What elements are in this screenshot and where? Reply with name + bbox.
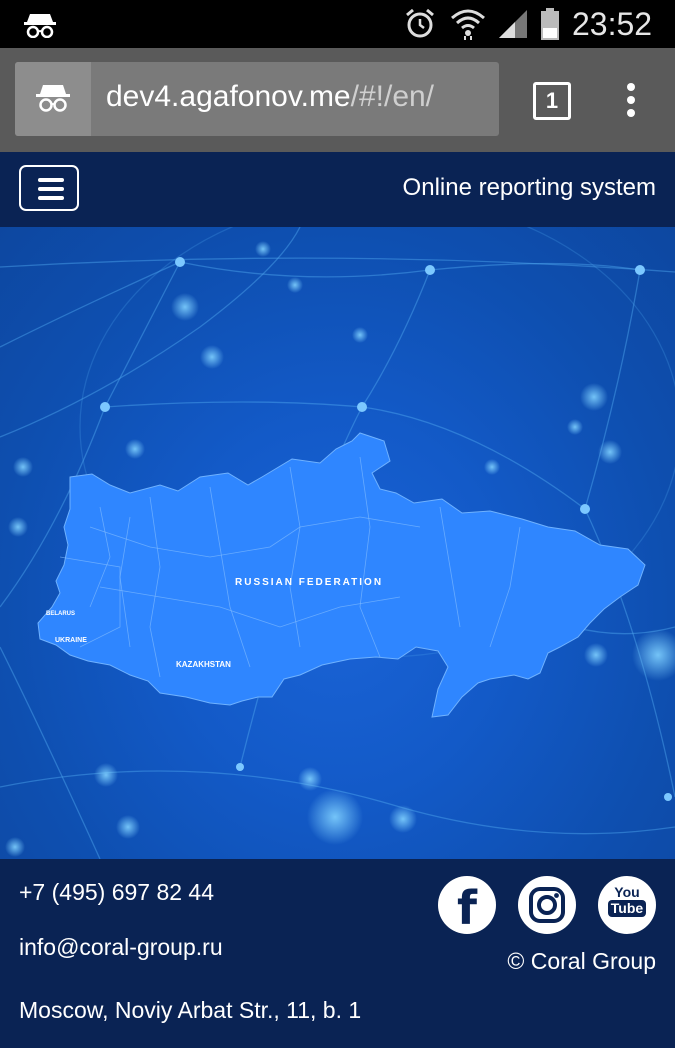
- url-host: dev4.agafonov.me: [106, 80, 351, 113]
- label-russia: RUSSIAN FEDERATION: [235, 577, 383, 588]
- url-path: /#!/en/: [350, 80, 435, 113]
- copyright: © Coral Group: [507, 948, 656, 974]
- facebook-icon[interactable]: f: [438, 876, 496, 935]
- russia-landmass: [37, 432, 646, 718]
- incognito-icon: [24, 14, 56, 38]
- hamburger-menu-icon[interactable]: [19, 165, 79, 211]
- page-title: Online reporting system: [402, 174, 656, 201]
- instagram-icon[interactable]: [518, 876, 576, 934]
- label-kazakhstan: KAZAKHSTAN: [176, 660, 231, 669]
- address: Moscow, Noviy Arbat Str., 11, b. 1: [19, 997, 362, 1023]
- overflow-menu-icon[interactable]: [622, 83, 640, 119]
- tabs-icon[interactable]: 1: [533, 82, 571, 120]
- clock: 23:52: [572, 6, 653, 42]
- browser-toolbar: dev4.agafonov.me/#!/en/ 1: [0, 48, 675, 152]
- label-belarus: BELARUS: [46, 611, 75, 617]
- site-header: Online reporting system: [0, 152, 675, 227]
- incognito-indicator[interactable]: [15, 62, 91, 136]
- youtube-icon[interactable]: You Tube: [598, 876, 656, 934]
- signal-icon: [499, 10, 527, 38]
- battery-icon: [541, 8, 559, 40]
- alarm-icon: [406, 8, 434, 38]
- status-bar: 23:52: [0, 0, 675, 48]
- youtube-glyph: You Tube: [598, 885, 656, 917]
- address-bar[interactable]: dev4.agafonov.me/#!/en/: [15, 62, 499, 136]
- network-map: RUSSIAN FEDERATION BELARUS UKRAINE KAZAK…: [0, 227, 675, 859]
- phone-link[interactable]: +7 (495) 697 82 44: [19, 879, 214, 906]
- instagram-glyph: [529, 887, 565, 923]
- incognito-icon: [36, 85, 70, 112]
- email-link[interactable]: info@coral-group.ru: [19, 934, 223, 961]
- label-ukraine: UKRAINE: [55, 637, 87, 644]
- site-footer: +7 (495) 697 82 44 info@coral-group.ru M…: [0, 859, 675, 1048]
- hero-map: RUSSIAN FEDERATION BELARUS UKRAINE KAZAK…: [0, 227, 675, 859]
- youtube-you: You: [614, 884, 640, 900]
- youtube-tube: Tube: [607, 900, 647, 917]
- wifi-icon: [451, 9, 485, 40]
- url-text[interactable]: dev4.agafonov.me/#!/en/: [106, 80, 434, 114]
- facebook-glyph: f: [456, 881, 477, 935]
